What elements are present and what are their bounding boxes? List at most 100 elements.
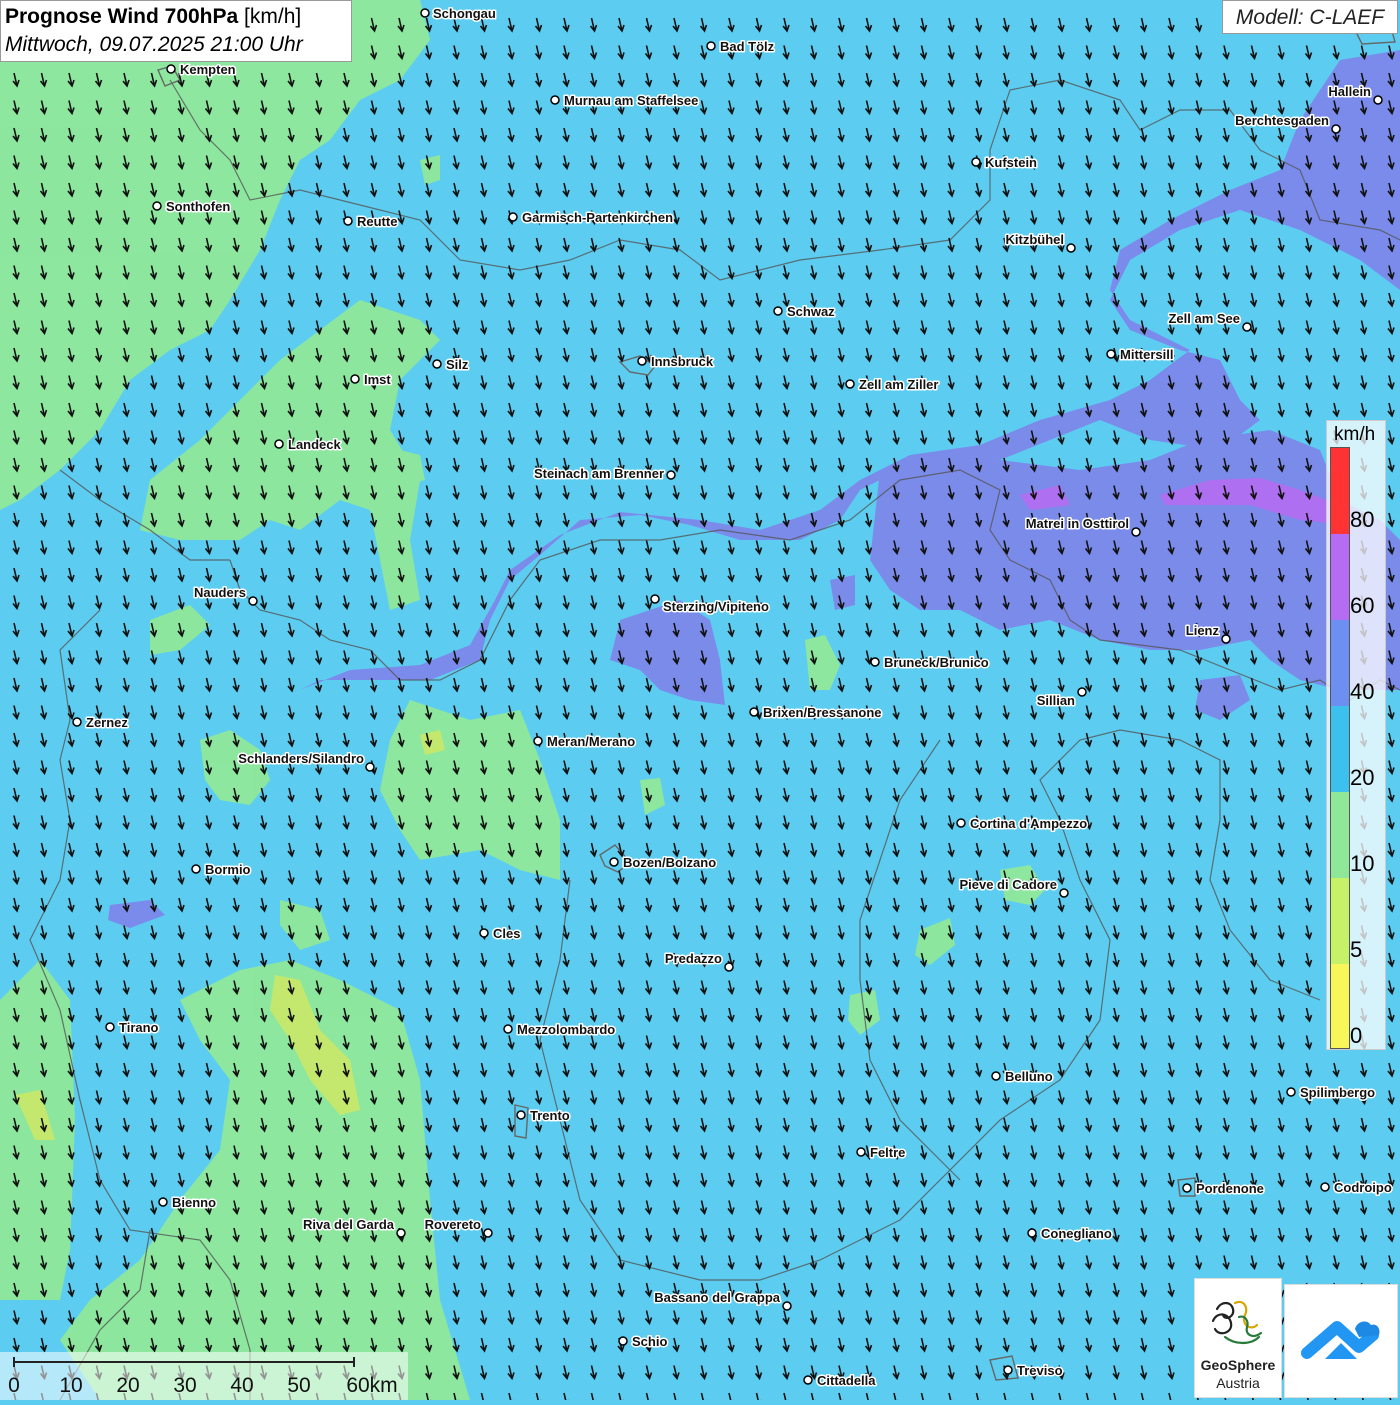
svg-text:Conegliano: Conegliano (1041, 1226, 1112, 1241)
city-brixen: Brixen/Bressanone (749, 704, 883, 722)
svg-text:Mittersill: Mittersill (1120, 347, 1173, 362)
svg-text:Bassano del Grappa: Bassano del Grappa (654, 1290, 780, 1305)
city-spilimbergo: Spilimbergo (1286, 1084, 1377, 1102)
scale-label-20: 20 (116, 1374, 139, 1397)
svg-text:Zernez: Zernez (86, 715, 128, 730)
svg-text:Nauders: Nauders (194, 585, 246, 600)
svg-text:Innsbruck: Innsbruck (651, 354, 714, 369)
svg-text:Hallein: Hallein (1328, 84, 1371, 99)
legend-seg-40-60 (1331, 620, 1349, 706)
scale-label-40: 40 (230, 1374, 253, 1397)
svg-text:Reutte: Reutte (357, 214, 397, 229)
cloud-arrow-icon (1301, 1321, 1380, 1359)
city-conegliano: Conegliano (1027, 1225, 1113, 1243)
geosphere-logo[interactable]: GeoSphere Austria (1194, 1278, 1282, 1398)
svg-text:Trento: Trento (530, 1108, 570, 1123)
geosphere-name-line1: GeoSphere (1200, 1357, 1276, 1373)
svg-text:Pieve di Cadore: Pieve di Cadore (959, 877, 1057, 892)
scale-label-30: 30 (173, 1374, 196, 1397)
city-mezzolombardo: Mezzolombardo (503, 1021, 617, 1039)
weather-app-logo[interactable] (1284, 1284, 1398, 1398)
svg-text:Riva del Garda: Riva del Garda (303, 1217, 395, 1232)
legend-tick-40: 40 (1350, 679, 1375, 704)
scale-label-60km: 60km (346, 1374, 397, 1397)
legend-colorbar (1330, 447, 1350, 1049)
svg-text:Sonthofen: Sonthofen (166, 199, 230, 214)
legend-seg-60-80 (1331, 534, 1349, 620)
svg-text:Belluno: Belluno (1005, 1069, 1053, 1084)
svg-text:Schongau: Schongau (433, 6, 496, 21)
legend-unit: km/h (1334, 424, 1376, 445)
svg-text:Brixen/Bressanone: Brixen/Bressanone (763, 705, 882, 720)
svg-text:Treviso: Treviso (1017, 1363, 1063, 1378)
scale-label-50: 50 (287, 1374, 310, 1397)
legend-seg-80plus (1331, 448, 1349, 534)
legend-tick-5: 5 (1350, 937, 1363, 962)
legend-tick-20: 20 (1350, 765, 1375, 790)
svg-text:Meran/Merano: Meran/Merano (547, 734, 635, 749)
legend-tick-60: 60 (1350, 593, 1375, 618)
city-meran: Meran/Merano (533, 733, 637, 751)
map-title-box: Prognose Wind 700hPa [km/h] Mittwoch, 09… (0, 0, 352, 62)
map-title-unit: [km/h] (244, 5, 302, 28)
svg-text:Cittadella: Cittadella (817, 1373, 876, 1388)
city-bruneck: Bruneck/Brunico (870, 654, 990, 672)
svg-text:Pordenone: Pordenone (1196, 1181, 1264, 1196)
svg-text:Silz: Silz (446, 357, 469, 372)
svg-text:Kempten: Kempten (180, 62, 236, 77)
svg-text:Rovereto: Rovereto (425, 1217, 481, 1232)
svg-text:Mezzolombardo: Mezzolombardo (517, 1022, 615, 1037)
svg-text:Matrei in Osttirol: Matrei in Osttirol (1026, 516, 1129, 531)
svg-text:Zell am See: Zell am See (1168, 311, 1240, 326)
city-cortina: Cortina d'Ampezzo (956, 815, 1089, 833)
legend-seg-5-10 (1331, 878, 1349, 964)
geosphere-swirl-icon (1211, 1300, 1263, 1345)
svg-text:Bad Tölz: Bad Tölz (720, 39, 775, 54)
svg-text:Bormio: Bormio (205, 862, 251, 877)
svg-text:Bienno: Bienno (172, 1195, 216, 1210)
scale-bar-graphic: 0 10 20 30 40 50 60km (8, 1357, 398, 1397)
wind-map[interactable]: Schongau Bad Tölz Kempten Murnau am Staf… (0, 0, 1400, 1400)
svg-text:Steinach am Brenner: Steinach am Brenner (534, 466, 664, 481)
svg-text:Predazzo: Predazzo (665, 951, 722, 966)
legend-tick-10: 10 (1350, 851, 1375, 876)
map-title-main: Prognose Wind 700hPa (5, 5, 239, 28)
city-zell-am-ziller: Zell am Ziller (845, 376, 940, 394)
svg-text:Feltre: Feltre (870, 1145, 905, 1160)
legend-seg-10-20 (1331, 792, 1349, 878)
city-pordenone: Pordenone (1182, 1180, 1265, 1198)
svg-text:Sterzing/Vipiteno: Sterzing/Vipiteno (663, 599, 769, 614)
svg-text:Cles: Cles (493, 926, 520, 941)
svg-text:Tirano: Tirano (119, 1020, 159, 1035)
scale-label-0: 0 (8, 1374, 20, 1397)
legend-tick-0: 0 (1350, 1023, 1363, 1048)
svg-text:Bruneck/Brunico: Bruneck/Brunico (884, 655, 989, 670)
svg-text:Murnau am Staffelsee: Murnau am Staffelsee (564, 93, 698, 108)
scale-bar: 0 10 20 30 40 50 60km (0, 1352, 408, 1400)
svg-text:Schwaz: Schwaz (787, 304, 835, 319)
city-bozen: Bozen/Bolzano (609, 854, 718, 872)
svg-text:Zell am Ziller: Zell am Ziller (859, 377, 938, 392)
svg-text:Landeck: Landeck (288, 437, 342, 452)
scale-label-10: 10 (59, 1374, 82, 1397)
legend-seg-20-40 (1331, 706, 1349, 792)
city-garmisch: Garmisch-Partenkirchen (508, 209, 675, 227)
city-schongau: Schongau (420, 5, 497, 23)
svg-text:Codroipo: Codroipo (1334, 1180, 1392, 1195)
legend-seg-0-5 (1331, 964, 1349, 1048)
geosphere-name-line2: Austria (1216, 1375, 1260, 1391)
city-steinach: Steinach am Brenner (532, 465, 676, 483)
map-title: Prognose Wind 700hPa [km/h] (5, 3, 347, 31)
svg-text:Bozen/Bolzano: Bozen/Bolzano (623, 855, 716, 870)
svg-text:Sillian: Sillian (1037, 693, 1075, 708)
svg-text:Schio: Schio (632, 1334, 667, 1349)
svg-text:Kufstein: Kufstein (985, 155, 1037, 170)
map-datetime: Mittwoch, 09.07.2025 21:00 Uhr (5, 33, 303, 56)
svg-text:Kitzbühel: Kitzbühel (1006, 232, 1065, 247)
city-murnau: Murnau am Staffelsee (550, 92, 700, 110)
svg-text:Spilimbergo: Spilimbergo (1300, 1085, 1375, 1100)
legend-tick-80: 80 (1350, 507, 1375, 532)
svg-text:Berchtesgaden: Berchtesgaden (1235, 113, 1329, 128)
svg-text:Imst: Imst (364, 372, 391, 387)
svg-text:Garmisch-Partenkirchen: Garmisch-Partenkirchen (522, 210, 673, 225)
